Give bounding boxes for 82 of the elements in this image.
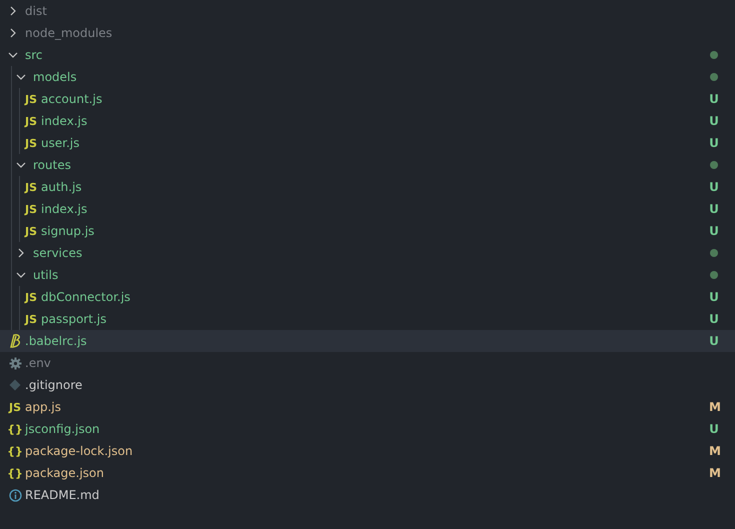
folder-name: node_modules <box>25 26 114 40</box>
file-name: jsconfig.json <box>25 422 101 436</box>
folder-row[interactable]: routes <box>0 154 735 176</box>
file-name: .babelrc.js <box>25 334 88 348</box>
file-name: passport.js <box>41 312 108 326</box>
file-row[interactable]: JS app.js M <box>0 396 735 418</box>
chevron-down-icon[interactable] <box>16 72 26 82</box>
git-status-label: U <box>709 136 719 150</box>
git-status-label: M <box>709 444 719 458</box>
chevron-right-icon[interactable] <box>16 248 26 258</box>
braces-icon: {} <box>7 424 23 434</box>
chevron-down-icon[interactable] <box>16 160 26 170</box>
chevron-down-icon[interactable] <box>8 50 18 60</box>
file-row[interactable]: JS signup.js U <box>0 220 735 242</box>
folder-row[interactable]: utils <box>0 264 735 286</box>
file-name: .gitignore <box>25 378 84 392</box>
file-name: dbConnector.js <box>41 290 132 304</box>
git-status-label: U <box>709 202 719 216</box>
file-row[interactable]: JS passport.js U <box>0 308 735 330</box>
file-row[interactable]: {} package.json M <box>0 462 735 484</box>
file-name: app.js <box>25 400 62 414</box>
file-row[interactable]: {} jsconfig.json U <box>0 418 735 440</box>
diamond-icon <box>9 379 21 391</box>
file-row[interactable]: .babelrc.js U <box>0 330 735 352</box>
file-row[interactable]: {} package-lock.json M <box>0 440 735 462</box>
js-file-icon: JS <box>24 94 37 104</box>
git-status-label: U <box>709 224 719 238</box>
chevron-right-icon[interactable] <box>8 6 18 16</box>
folder-row[interactable]: models <box>0 66 735 88</box>
file-name: package-lock.json <box>25 444 134 458</box>
chevron-down-icon[interactable] <box>16 270 26 280</box>
info-icon <box>8 488 22 502</box>
b-letter-icon <box>8 334 22 348</box>
js-file-icon: JS <box>24 204 37 214</box>
file-row[interactable]: JS auth.js U <box>0 176 735 198</box>
js-file-icon: JS <box>24 182 37 192</box>
file-row[interactable]: .env <box>0 352 735 374</box>
file-row[interactable]: JS account.js U <box>0 88 735 110</box>
folder-name: services <box>33 246 84 260</box>
git-status-label: U <box>709 114 719 128</box>
js-file-icon: JS <box>8 402 21 412</box>
file-row[interactable]: JS dbConnector.js U <box>0 286 735 308</box>
git-status-label: M <box>709 400 719 414</box>
folder-name: utils <box>33 268 60 282</box>
folder-name: models <box>33 70 78 84</box>
js-file-icon: JS <box>24 226 37 236</box>
git-status-label: U <box>709 180 719 194</box>
git-status-label: M <box>709 466 719 480</box>
folder-row[interactable]: services <box>0 242 735 264</box>
folder-name: src <box>25 48 44 62</box>
file-name: account.js <box>41 92 104 106</box>
file-name: signup.js <box>41 224 96 238</box>
file-row[interactable]: README.md <box>0 484 735 506</box>
folder-name: dist <box>25 4 48 18</box>
js-file-icon: JS <box>24 116 37 126</box>
folder-row[interactable]: src <box>0 44 735 66</box>
file-name: user.js <box>41 136 80 150</box>
file-name: auth.js <box>41 180 83 194</box>
file-row[interactable]: JS user.js U <box>0 132 735 154</box>
file-row[interactable]: JS index.js U <box>0 198 735 220</box>
git-status-label: U <box>709 290 719 304</box>
file-name: package.json <box>25 466 106 480</box>
file-name: README.md <box>25 488 100 502</box>
folder-row[interactable]: node_modules <box>0 22 735 44</box>
folder-name: routes <box>33 158 72 172</box>
file-row[interactable]: JS index.js U <box>0 110 735 132</box>
folder-row[interactable]: dist <box>0 0 735 22</box>
gear-icon <box>8 356 22 370</box>
git-status-label: U <box>709 312 719 326</box>
file-name: .env <box>25 356 52 370</box>
git-status-label: U <box>709 92 719 106</box>
chevron-right-icon[interactable] <box>8 28 18 38</box>
braces-icon: {} <box>7 446 23 456</box>
js-file-icon: JS <box>24 292 37 302</box>
git-status-label: U <box>709 334 719 348</box>
file-name: index.js <box>41 202 88 216</box>
file-name: index.js <box>41 114 88 128</box>
braces-icon: {} <box>7 468 23 478</box>
js-file-icon: JS <box>24 314 37 324</box>
git-status-label: U <box>709 422 719 436</box>
file-row[interactable]: .gitignore <box>0 374 735 396</box>
js-file-icon: JS <box>24 138 37 148</box>
